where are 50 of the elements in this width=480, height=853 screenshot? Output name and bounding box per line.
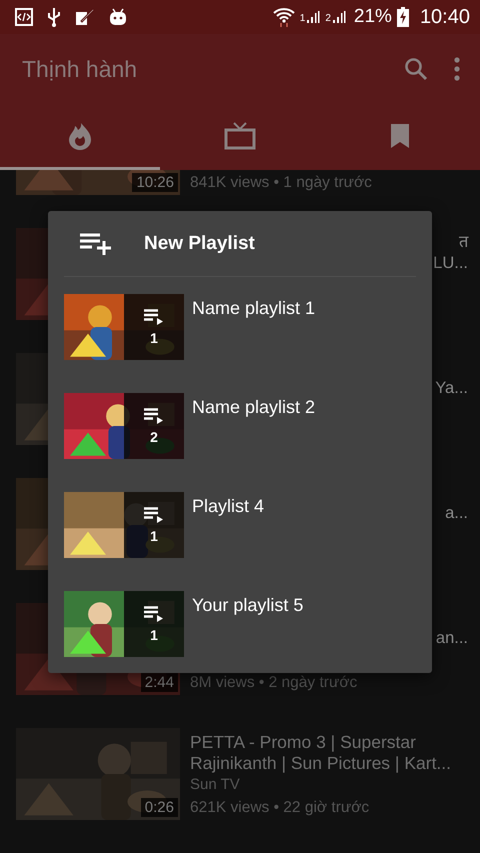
channel-name: Sun TV	[190, 775, 241, 795]
signal-icon	[332, 10, 346, 24]
playlist-name: Playlist 4	[192, 495, 264, 517]
video-meta: 8M views • 2 ngày trước	[190, 673, 358, 693]
note-edit-icon	[75, 8, 95, 26]
video-title-line[interactable]: PETTA - Promo 3 | Superstar	[190, 732, 462, 753]
signal-icon	[306, 10, 320, 24]
battery-percent: 21%	[354, 6, 392, 28]
video-title-line[interactable]: त	[459, 232, 468, 253]
new-playlist-button[interactable]: New Playlist	[64, 211, 416, 277]
video-duration: 2:44	[140, 673, 178, 692]
playlist-play-icon	[144, 507, 164, 523]
playlist-play-icon	[144, 606, 164, 622]
wifi-icon	[272, 7, 295, 27]
tv-icon	[224, 122, 256, 150]
clock: 10:40	[420, 6, 470, 28]
bookmark-icon	[390, 122, 410, 148]
search-icon[interactable]	[404, 57, 428, 81]
video-meta: 621K views • 22 giờ trước	[190, 798, 370, 818]
video-count: 1	[150, 628, 158, 642]
video-duration: 0:26	[140, 798, 178, 817]
usb-icon	[47, 7, 61, 27]
video-title-line[interactable]: Ya...	[435, 378, 468, 399]
battery-charging-icon	[396, 7, 409, 27]
playlist-add-icon	[80, 232, 112, 254]
playlist-play-icon	[144, 408, 164, 424]
video-duration: 10:26	[132, 173, 178, 192]
robot-icon	[109, 8, 127, 26]
more-icon[interactable]	[454, 57, 460, 81]
video-count: 2	[150, 430, 158, 444]
video-title-line[interactable]: LU...	[433, 253, 468, 274]
playlist-name: Name playlist 1	[192, 297, 316, 319]
video-title-line[interactable]: an...	[436, 628, 468, 649]
code-icon	[15, 8, 33, 26]
sim-label: 1	[300, 14, 306, 24]
playlist-item[interactable]: 2 Name playlist 2	[64, 393, 416, 459]
flame-icon	[68, 122, 92, 150]
sim-label: 2	[325, 14, 331, 24]
playlist-name: Your playlist 5	[192, 594, 304, 616]
playlist-item[interactable]: 1 Name playlist 1	[64, 294, 416, 360]
playlist-name: Name playlist 2	[192, 396, 316, 418]
playlist-item[interactable]: 1 Playlist 4	[64, 492, 416, 558]
video-title-line[interactable]: Rajinikanth | Sun Pictures | Kart...	[190, 753, 462, 774]
video-count: 1	[150, 331, 158, 345]
playlist-play-icon	[144, 309, 164, 325]
video-title-line[interactable]: a...	[445, 503, 468, 524]
page-title: Thịnh hành	[22, 56, 138, 82]
video-count: 1	[150, 529, 158, 543]
playlist-item[interactable]: 1 Your playlist 5	[64, 591, 416, 657]
video-meta: 841K views • 1 ngày trước	[190, 173, 373, 193]
